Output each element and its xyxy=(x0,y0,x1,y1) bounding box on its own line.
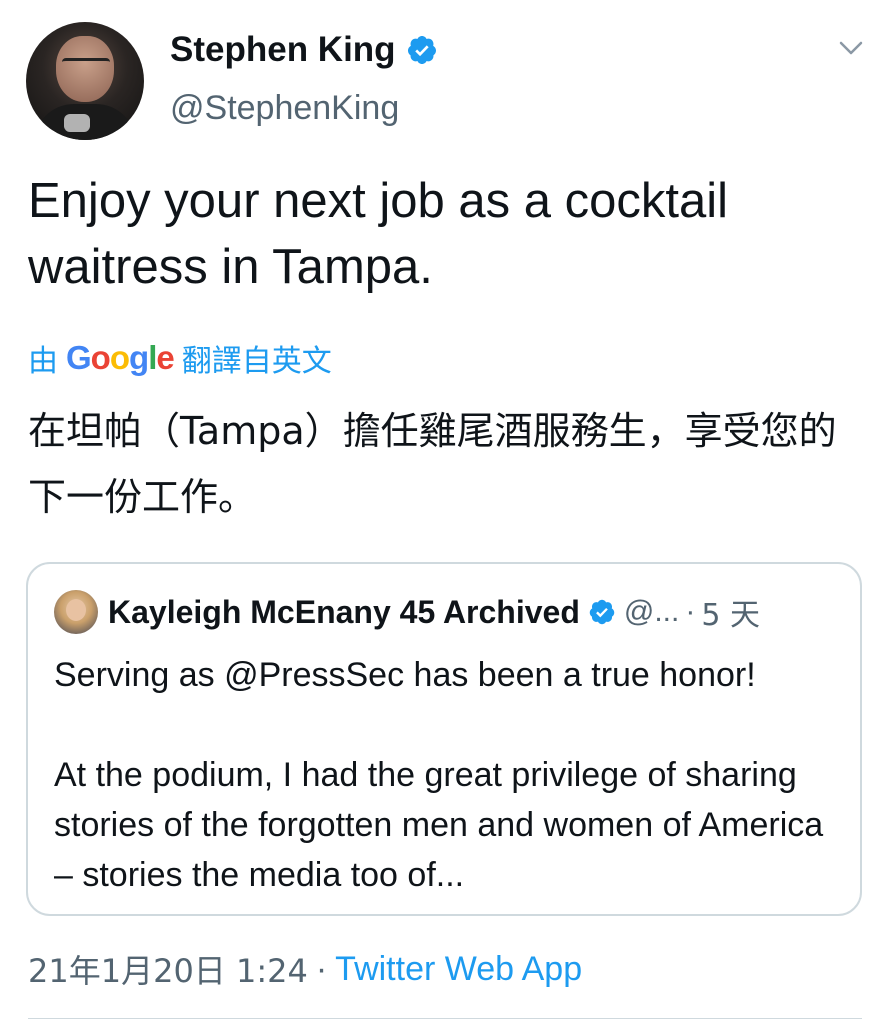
quoted-tweet-paragraph: Serving as @PressSec has been a true hon… xyxy=(54,656,756,694)
translated-tweet-text: 在坦帕（Tampa）擔任雞尾酒服務生，享受您的下一份工作。 xyxy=(28,409,837,519)
quoted-author-handle: @... xyxy=(623,595,680,628)
tweet-footer: 21年1月20日 1:24 · Twitter Web App xyxy=(28,946,582,992)
author-avatar[interactable] xyxy=(26,22,144,140)
author-name-row[interactable]: Stephen King xyxy=(170,28,438,72)
quoted-separator: · xyxy=(685,595,696,628)
quoted-tweet-paragraph: At the podium, I had the great privilege… xyxy=(54,756,824,894)
quoted-tweet-card[interactable]: Kayleigh McEnany 45 Archived @... · 5 天 … xyxy=(26,562,862,916)
avatar-shirt-print xyxy=(64,114,90,132)
divider xyxy=(28,1018,862,1019)
google-logo: Google xyxy=(66,339,175,376)
quoted-tweet-time: 5 天 xyxy=(701,598,760,633)
verified-badge-icon xyxy=(589,599,615,625)
quoted-tweet-body: Serving as @PressSec has been a true hon… xyxy=(54,650,844,900)
quoted-author-avatar xyxy=(54,590,98,634)
translate-prefix: 由 xyxy=(28,345,58,378)
verified-badge-icon xyxy=(407,36,436,64)
quoted-author-name: Kayleigh McEnany 45 Archived xyxy=(108,593,580,630)
translate-suffix: 翻譯自英文 xyxy=(181,345,332,378)
tweet-text: Enjoy your next job as a cocktail waitre… xyxy=(28,174,728,294)
quoted-tweet-header: Kayleigh McEnany 45 Archived @... · 5 天 xyxy=(54,590,844,634)
translated-by-google-link[interactable]: 由 Google 翻譯自英文 xyxy=(28,336,332,380)
tweet-source-link[interactable]: Twitter Web App xyxy=(335,950,582,989)
footer-separator: · xyxy=(315,949,328,988)
author-display-name[interactable]: Stephen King xyxy=(170,28,396,72)
tweet-timestamp[interactable]: 21年1月20日 1:24 xyxy=(28,946,308,992)
avatar-glasses xyxy=(62,58,110,73)
chevron-down-icon[interactable] xyxy=(838,38,864,58)
author-handle[interactable]: @StephenKing xyxy=(170,86,399,130)
